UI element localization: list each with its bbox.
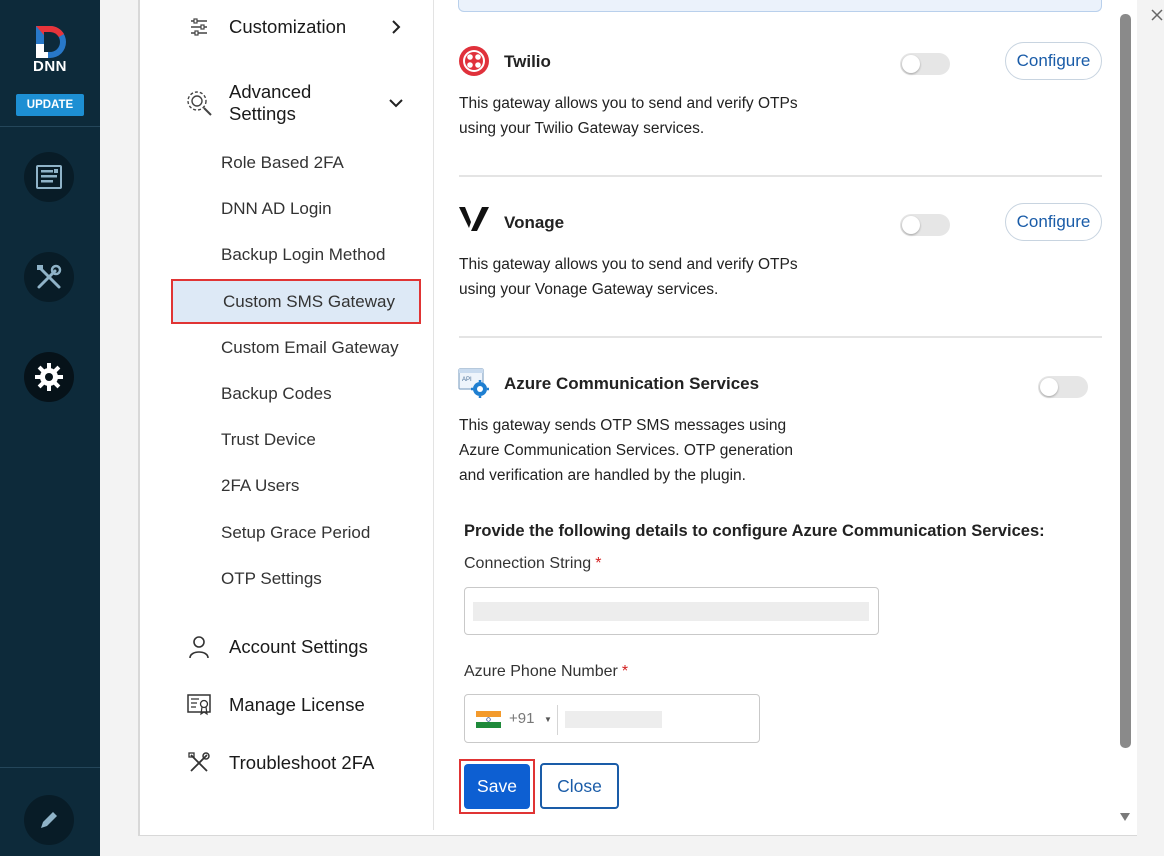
vonage-toggle[interactable] — [900, 214, 950, 236]
sidebar-item-backup-login-method[interactable]: Backup Login Method — [221, 245, 385, 265]
persona-bar: DNN UPDATE — [0, 0, 100, 856]
close-icon[interactable] — [1150, 8, 1164, 22]
phone-divider — [557, 705, 558, 735]
sidebar-item-account-settings[interactable]: Account Settings — [229, 636, 368, 658]
scrollbar-thumb[interactable] — [1120, 14, 1131, 748]
sidebar-item-role-based-2fa[interactable]: Role Based 2FA — [221, 153, 344, 173]
sidebar-item-custom-sms-gateway[interactable]: Custom SMS Gateway — [171, 279, 421, 324]
azure-desc-line3: and verification are handled by the plug… — [459, 467, 746, 484]
troubleshoot-tools-icon — [186, 750, 212, 776]
vonage-logo-icon — [459, 207, 489, 231]
twilio-desc-line2: using your Twilio Gateway services. — [459, 120, 705, 137]
sidebar-item-label: Custom SMS Gateway — [223, 292, 395, 311]
sidebar-item-otp-settings[interactable]: OTP Settings — [221, 569, 322, 589]
user-icon — [186, 634, 212, 660]
save-highlight: Save — [459, 759, 535, 814]
api-badge-text: API — [462, 377, 472, 383]
sliders-icon — [186, 14, 212, 40]
twilio-configure-button[interactable]: Configure — [1005, 42, 1102, 80]
country-dial-code[interactable]: +91 — [509, 710, 534, 727]
content-icon[interactable] — [24, 152, 74, 202]
caret-down-icon[interactable]: ▼ — [544, 715, 552, 724]
toggle-knob — [1040, 378, 1058, 396]
azure-toggle[interactable] — [1038, 376, 1088, 398]
vonage-title: Vonage — [504, 213, 565, 232]
redacted-phone-value — [565, 711, 662, 728]
chevron-down-icon[interactable] — [388, 95, 404, 111]
sidebar-item-2fa-users[interactable]: 2FA Users — [221, 476, 299, 496]
required-asterisk: * — [621, 663, 629, 680]
twilio-desc-line1: This gateway allows you to send and veri… — [459, 95, 798, 112]
connection-string-label: Connection String * — [464, 555, 601, 573]
connection-string-label-text: Connection String — [464, 555, 592, 572]
dnn-logo-text: DNN — [33, 58, 67, 75]
twilio-title: Twilio — [504, 52, 551, 71]
scroll-down-arrow-icon[interactable] — [1119, 812, 1131, 822]
azure-phone-input[interactable]: +91 ▼ — [464, 694, 760, 743]
sidebar-item-customization[interactable]: Customization — [229, 16, 346, 38]
tools-icon[interactable] — [24, 252, 74, 302]
info-banner — [458, 0, 1102, 12]
advanced-settings-icon — [184, 88, 214, 118]
twilio-logo-icon — [459, 46, 489, 76]
twilio-toggle[interactable] — [900, 53, 950, 75]
sidebar-item-advanced-settings-line2[interactable]: Settings — [229, 103, 296, 125]
twilio-description: This gateway allows you to send and veri… — [459, 91, 798, 141]
azure-phone-label-text: Azure Phone Number — [464, 663, 618, 680]
save-button[interactable]: Save — [464, 764, 530, 809]
sidebar-item-troubleshoot-2fa[interactable]: Troubleshoot 2FA — [229, 752, 374, 774]
sidebar-divider — [433, 0, 434, 830]
sidebar-item-setup-grace-period[interactable]: Setup Grace Period — [221, 523, 370, 543]
azure-description: This gateway sends OTP SMS messages usin… — [459, 413, 793, 488]
sidebar-item-trust-device[interactable]: Trust Device — [221, 430, 316, 450]
vonage-desc-line1: This gateway allows you to send and veri… — [459, 256, 798, 273]
azure-desc-line2: Azure Communication Services. OTP genera… — [459, 442, 793, 459]
rail-divider-bottom — [0, 767, 100, 768]
gateway-divider — [459, 336, 1102, 338]
update-button[interactable]: UPDATE — [16, 94, 84, 116]
azure-form-heading: Provide the following details to configu… — [464, 522, 1045, 540]
sidebar-item-backup-codes[interactable]: Backup Codes — [221, 384, 332, 404]
sidebar-item-dnn-ad-login[interactable]: DNN AD Login — [221, 199, 332, 219]
azure-desc-line1: This gateway sends OTP SMS messages usin… — [459, 417, 787, 434]
license-certificate-icon — [186, 692, 212, 718]
vonage-desc-line2: using your Vonage Gateway services. — [459, 281, 719, 298]
sidebar-item-manage-license[interactable]: Manage License — [229, 694, 365, 716]
connection-string-input[interactable] — [464, 587, 879, 635]
chevron-right-icon[interactable] — [388, 19, 404, 35]
dnn-admin-page: DNN UPDATE Customization Advanced Settin… — [0, 0, 1164, 856]
toggle-knob — [902, 55, 920, 73]
azure-api-gear-icon: API — [458, 368, 489, 398]
vonage-configure-button[interactable]: Configure — [1005, 203, 1102, 241]
settings-gear-icon[interactable] — [24, 352, 74, 402]
sidebar-item-advanced-settings[interactable]: Advanced — [229, 81, 311, 103]
redacted-value — [473, 602, 869, 621]
toggle-knob — [902, 216, 920, 234]
india-flag-icon[interactable] — [476, 711, 501, 728]
azure-title: Azure Communication Services — [504, 374, 760, 393]
edit-pencil-icon[interactable] — [24, 795, 74, 845]
azure-phone-label: Azure Phone Number * — [464, 663, 628, 681]
sidebar-item-custom-email-gateway[interactable]: Custom Email Gateway — [221, 338, 399, 358]
rail-divider — [0, 126, 100, 127]
required-asterisk: * — [595, 555, 602, 572]
vonage-description: This gateway allows you to send and veri… — [459, 252, 798, 302]
gateway-divider — [459, 175, 1102, 177]
close-button[interactable]: Close — [540, 763, 619, 809]
